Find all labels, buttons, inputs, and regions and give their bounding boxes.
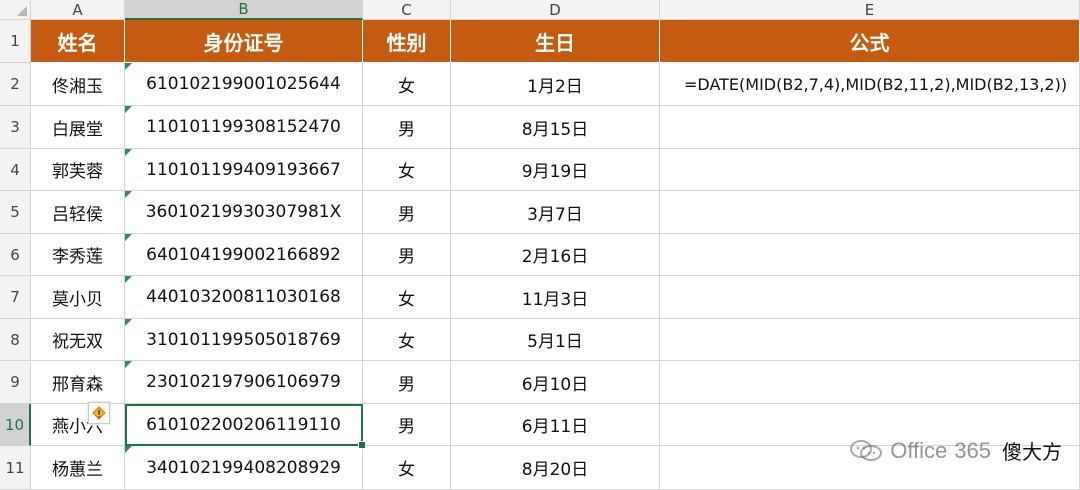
gender-cell-row-10[interactable]: 男 [363, 404, 451, 446]
formula-cell-row-9[interactable] [660, 361, 1080, 404]
column-header-b[interactable]: B [125, 0, 363, 20]
name-cell-row-7[interactable]: 莫小贝 [31, 276, 125, 319]
gender-cell-row-3[interactable]: 男 [363, 106, 451, 149]
id-cell-row-8[interactable]: 310101199505018769 [125, 319, 363, 361]
select-all-triangle-icon[interactable] [0, 0, 31, 20]
column-header-e[interactable]: E [660, 0, 1080, 20]
header-id-number[interactable]: 身份证号 [125, 20, 363, 63]
name-cell-row-10[interactable]: 燕小六 [31, 404, 125, 446]
green-triangle-icon [125, 276, 132, 283]
id-value: 36010219930307981X [145, 202, 342, 222]
id-value: 110101199308152470 [146, 117, 341, 137]
birthday-cell-row-5[interactable]: 3月7日 [451, 191, 660, 234]
fill-handle[interactable] [358, 441, 366, 449]
row-header-9[interactable]: 9 [0, 361, 31, 404]
column-header-a[interactable]: A [31, 0, 125, 20]
id-cell-row-3[interactable]: 110101199308152470 [125, 106, 363, 149]
formula-cell-row-4[interactable] [660, 149, 1080, 191]
formula-cell-row-7[interactable] [660, 276, 1080, 319]
name-cell-row-2[interactable]: 佟湘玉 [31, 63, 125, 106]
id-value: 230102197906106979 [146, 372, 341, 392]
green-triangle-icon [125, 149, 132, 156]
gender-cell-row-7[interactable]: 女 [363, 276, 451, 319]
column-header-d[interactable]: D [451, 0, 660, 20]
warning-diamond-icon[interactable] [88, 402, 110, 424]
name-cell-row-9[interactable]: 邢育森 [31, 361, 125, 404]
warning-diamond-icon-graphic [92, 406, 106, 420]
birthday-cell-row-11[interactable]: 8月20日 [451, 446, 660, 490]
formula-cell-row-11[interactable] [660, 446, 1080, 490]
header-formula[interactable]: 公式 [660, 20, 1080, 63]
birthday-cell-row-6[interactable]: 2月16日 [451, 234, 660, 276]
name-cell-row-11[interactable]: 杨蕙兰 [31, 446, 125, 490]
name-cell-row-5[interactable]: 吕轻侯 [31, 191, 125, 234]
id-value: 640104199002166892 [146, 244, 341, 265]
gender-cell-row-6[interactable]: 男 [363, 234, 451, 276]
id-cell-row-6[interactable]: 640104199002166892 [125, 234, 363, 276]
birthday-cell-row-3[interactable]: 8月15日 [451, 106, 660, 149]
id-value: 340102199408208929 [146, 457, 341, 478]
id-cell-row-5[interactable]: 36010219930307981X [125, 191, 363, 234]
name-cell-row-8[interactable]: 祝无双 [31, 319, 125, 361]
birthday-cell-row-7[interactable]: 11月3日 [451, 276, 660, 319]
row-header-5[interactable]: 5 [0, 191, 31, 234]
id-cell-row-2[interactable]: 610102199001025644 [125, 63, 363, 106]
row-header-11[interactable]: 11 [0, 446, 31, 490]
row-header-8[interactable]: 8 [0, 319, 31, 361]
birthday-cell-row-4[interactable]: 9月19日 [451, 149, 660, 191]
id-value: 440103200811030168 [146, 287, 341, 307]
name-cell-row-4[interactable]: 郭芙蓉 [31, 149, 125, 191]
formula-cell-row-5[interactable] [660, 191, 1080, 234]
green-triangle-icon [125, 361, 132, 368]
green-triangle-icon [125, 63, 132, 70]
gender-cell-row-11[interactable]: 女 [363, 446, 451, 490]
id-value: 610102200206119110 [146, 414, 341, 435]
header-name[interactable]: 姓名 [31, 20, 125, 63]
row-header-7[interactable]: 7 [0, 276, 31, 319]
id-cell-row-7[interactable]: 440103200811030168 [125, 276, 363, 319]
green-triangle-icon [125, 319, 132, 326]
formula-cell-row-3[interactable] [660, 106, 1080, 149]
formula-cell-row-6[interactable] [660, 234, 1080, 276]
formula-cell-row-8[interactable] [660, 319, 1080, 361]
gender-cell-row-4[interactable]: 女 [363, 149, 451, 191]
row-header-2[interactable]: 2 [0, 63, 31, 106]
name-cell-row-6[interactable]: 李秀莲 [31, 234, 125, 276]
row-header-3[interactable]: 3 [0, 106, 31, 149]
birthday-cell-row-2[interactable]: 1月2日 [451, 63, 660, 106]
name-cell-row-3[interactable]: 白展堂 [31, 106, 125, 149]
id-cell-row-10-active[interactable]: 610102200206119110 [125, 404, 363, 446]
birthday-cell-row-10[interactable]: 6月11日 [451, 404, 660, 446]
row-header-10[interactable]: 10 [0, 404, 31, 446]
birthday-cell-row-8[interactable]: 5月1日 [451, 319, 660, 361]
birthday-cell-row-9[interactable]: 6月10日 [451, 361, 660, 404]
id-cell-row-11[interactable]: 340102199408208929 [125, 446, 363, 490]
header-birthday[interactable]: 生日 [451, 20, 660, 63]
gender-cell-row-5[interactable]: 男 [363, 191, 451, 234]
column-header-c[interactable]: C [363, 0, 451, 20]
id-cell-row-4[interactable]: 110101199409193667 [125, 149, 363, 191]
green-triangle-icon [125, 106, 132, 113]
formula-cell-row-10[interactable] [660, 404, 1080, 446]
row-header-1[interactable]: 1 [0, 20, 31, 63]
gender-cell-row-2[interactable]: 女 [363, 63, 451, 106]
spreadsheet-grid: A B C D E 1 2 3 4 5 6 7 8 9 10 11 姓名 身份证… [0, 0, 1080, 490]
gender-cell-row-9[interactable]: 男 [363, 361, 451, 404]
id-value: 310101199505018769 [146, 329, 341, 350]
id-cell-row-9[interactable]: 230102197906106979 [125, 361, 363, 404]
id-value: 110101199409193667 [146, 159, 341, 180]
header-gender[interactable]: 性别 [363, 20, 451, 63]
gender-cell-row-8[interactable]: 女 [363, 319, 451, 361]
green-triangle-icon [125, 234, 132, 241]
id-value: 610102199001025644 [146, 74, 341, 94]
row-header-6[interactable]: 6 [0, 234, 31, 276]
formula-cell-row-2[interactable]: =DATE(MID(B2,7,4),MID(B2,11,2),MID(B2,13… [660, 63, 1080, 106]
green-triangle-icon [125, 191, 132, 198]
row-header-4[interactable]: 4 [0, 149, 31, 191]
green-triangle-icon [125, 446, 132, 453]
